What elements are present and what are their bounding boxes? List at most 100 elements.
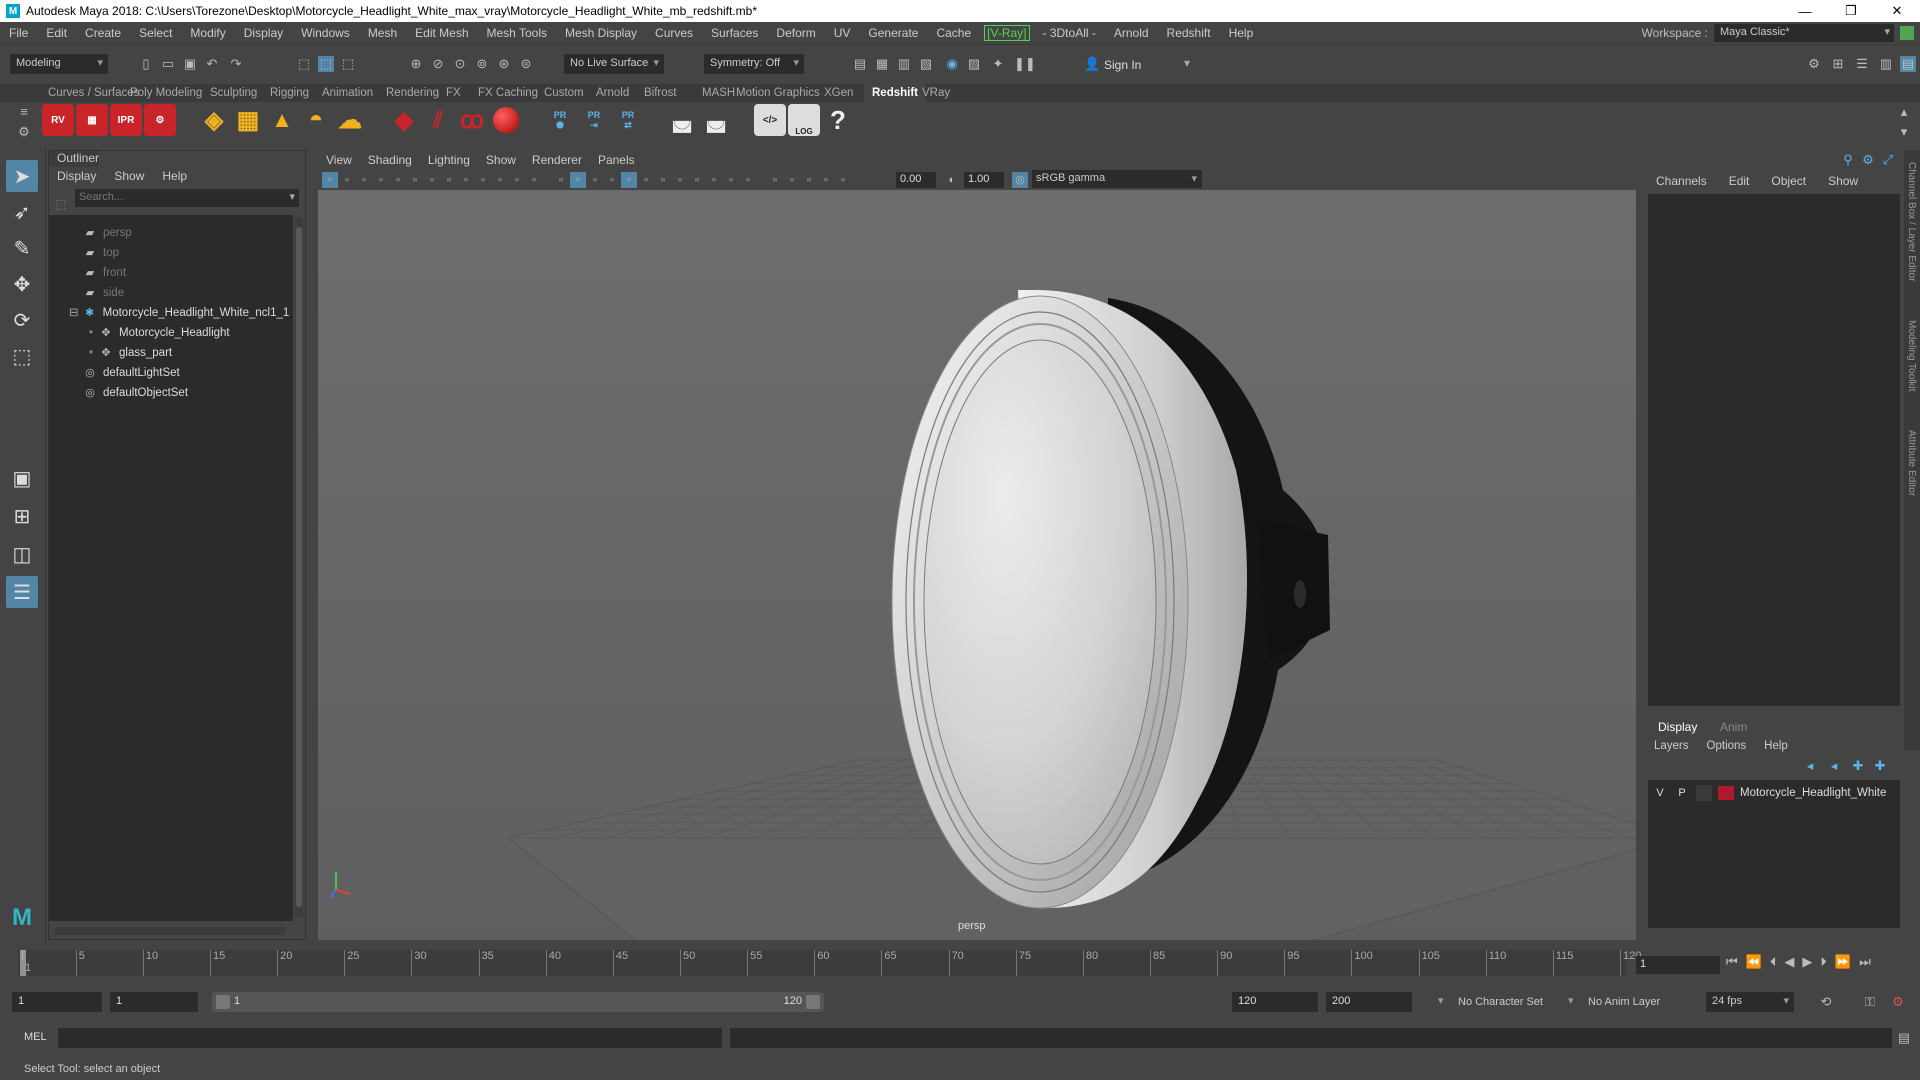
outliner-item-label[interactable]: defaultObjectSet <box>103 383 188 403</box>
xray-active-icon[interactable]: ▫ <box>784 172 800 188</box>
smooth-shade-icon[interactable]: ▫ <box>570 172 586 188</box>
wireframe-on-shaded-icon[interactable]: ▫ <box>604 172 620 188</box>
channel-box-attr-icon[interactable]: ⚲ <box>1840 152 1856 168</box>
script-editor-button-icon[interactable]: ▤ <box>1896 1030 1912 1046</box>
menu-surfaces[interactable]: Surfaces <box>702 26 767 40</box>
wireframe-icon[interactable]: ▫ <box>553 172 569 188</box>
isolate-select-icon[interactable]: ▫ <box>767 172 783 188</box>
go-to-end-icon[interactable]: ⏭ <box>1859 954 1871 970</box>
render-frame-icon[interactable]: ▤ <box>852 56 868 72</box>
channel-box-area[interactable] <box>1648 194 1900 706</box>
outliner-menu-show[interactable]: Show <box>114 169 144 183</box>
anti-aliasing-icon[interactable]: ▫ <box>723 172 739 188</box>
shelf-scroll-up-icon[interactable]: ▴ <box>1896 104 1912 120</box>
channel-box-settings-icon[interactable]: ⚙ <box>1860 152 1876 168</box>
bookmark-icon[interactable]: ▫ <box>356 172 372 188</box>
help-icon[interactable]: ? <box>822 104 854 136</box>
select-component-icon[interactable]: ⬚ <box>340 56 356 72</box>
bowl-tool-icon-2[interactable]: ◛ <box>700 104 732 136</box>
shelf-tab-custom[interactable]: Custom <box>536 84 592 102</box>
channel-box-menu-channels[interactable]: Channels <box>1656 174 1707 188</box>
new-layer-icon[interactable]: ✚ <box>1850 758 1866 774</box>
tool-settings-icon[interactable]: ☰ <box>1854 56 1870 72</box>
character-set-dropdown[interactable]: No Character Set <box>1458 996 1543 1008</box>
menu-display[interactable]: Display <box>235 26 292 40</box>
command-language-label[interactable]: MEL <box>24 1031 47 1043</box>
open-scene-icon[interactable]: ▭ <box>160 56 176 72</box>
script-editor-icon[interactable]: </> <box>754 104 786 136</box>
menu-uv[interactable]: UV <box>825 26 860 40</box>
close-button[interactable]: ✕ <box>1874 0 1920 22</box>
time-ruler[interactable]: 1 5 10 15 20 25 30 35 40 45 50 55 60 65 70 75 80 85 90 95 10… <box>18 950 1641 976</box>
playhead[interactable] <box>20 950 26 976</box>
outliner-item-label[interactable]: Motorcycle_Headlight_White_ncl1_1 <box>103 303 290 323</box>
outliner-item[interactable]: ◎ defaultLightSet <box>83 363 180 383</box>
pr-icon-1[interactable]: PR ⬢ <box>544 104 576 136</box>
rs-curve-icon[interactable]: ꝏ <box>456 104 488 136</box>
menu-mesh-tools[interactable]: Mesh Tools <box>478 26 556 40</box>
layer-menu-layers[interactable]: Layers <box>1654 740 1689 752</box>
outliner-item[interactable]: • ✥ Motorcycle_Headlight <box>89 323 230 343</box>
redo-icon[interactable]: ↷ <box>228 56 244 72</box>
depth-of-field-icon[interactable]: ▫ <box>740 172 756 188</box>
rs-proxy-icon[interactable]: ◆ <box>388 104 420 136</box>
image-plane-icon[interactable]: ▫ <box>373 172 389 188</box>
menu-redshift[interactable]: Redshift <box>1158 26 1220 40</box>
menu-generate[interactable]: Generate <box>859 26 927 40</box>
outliner-search-input[interactable]: Search... <box>79 191 123 203</box>
shelf-tab-xgen[interactable]: XGen <box>816 84 861 102</box>
snap-vertex-icon[interactable]: ⊜ <box>518 56 534 72</box>
camera-select-icon[interactable]: ▫ <box>322 172 338 188</box>
paint-select-tool-icon[interactable]: ✎ <box>6 232 38 264</box>
menu-create[interactable]: Create <box>76 26 130 40</box>
step-back-frame-icon[interactable]: ⏴ <box>1770 954 1777 970</box>
move-layer-up-icon[interactable]: ◂ <box>1802 758 1818 774</box>
playback-start-field[interactable]: 1 <box>110 992 198 1012</box>
rs-settings-icon[interactable]: ⚙ <box>144 104 176 136</box>
fps-dropdown[interactable]: 24 fps <box>1706 992 1794 1012</box>
shelf-tab-sculpting[interactable]: Sculpting <box>202 84 265 102</box>
character-set-chevron-icon[interactable]: ▾ <box>1438 994 1444 1007</box>
motion-blur-icon[interactable]: ▫ <box>706 172 722 188</box>
render-settings-icon[interactable]: ▧ <box>918 56 934 72</box>
viewport-menu-lighting[interactable]: Lighting <box>420 150 478 170</box>
menu-help[interactable]: Help <box>1220 26 1263 40</box>
layer-menu-help[interactable]: Help <box>1764 740 1788 752</box>
two-d-pan-icon[interactable]: ▫ <box>390 172 406 188</box>
shelf-menu-icon[interactable]: ≡ <box>16 104 32 120</box>
shelf-settings-icon[interactable]: ⚙ <box>16 124 32 140</box>
snap-grid-icon[interactable]: ⊕ <box>408 56 424 72</box>
rotate-tool-icon[interactable]: ⟳ <box>6 304 38 336</box>
sign-in-chevron-icon[interactable]: ▾ <box>1184 56 1190 70</box>
outliner-item-label[interactable]: top <box>103 243 119 263</box>
rs-spot-light-icon[interactable]: ▲ <box>266 104 298 136</box>
outliner-horizontal-scrollbar[interactable] <box>55 927 285 935</box>
rs-render-icon[interactable]: ✦ <box>990 56 1006 72</box>
viewport-menu-view[interactable]: View <box>318 150 360 170</box>
color-space-dropdown[interactable]: sRGB gamma <box>1032 170 1202 188</box>
camera-ortho-icon[interactable]: ▫ <box>801 172 817 188</box>
side-tab-channel-box[interactable]: Channel Box / Layer Editor <box>1906 162 1917 282</box>
default-material-icon[interactable]: ▫ <box>587 172 603 188</box>
gamma-field[interactable]: 1.00 <box>964 172 1004 188</box>
outliner-item[interactable]: ▰ persp <box>83 223 132 243</box>
layer-color-swatch[interactable] <box>1718 786 1734 800</box>
menu-cache[interactable]: Cache <box>927 26 980 40</box>
outliner-layout-icon[interactable]: ☰ <box>6 576 38 608</box>
play-forwards-icon[interactable]: ▶ <box>1802 954 1812 970</box>
playback-range-bar[interactable]: 1 120 <box>212 992 824 1012</box>
outliner-item[interactable]: ▰ side <box>83 283 124 303</box>
restore-button[interactable]: ❐ <box>1828 0 1874 22</box>
menu-deform[interactable]: Deform <box>767 26 824 40</box>
safe-action-icon[interactable]: ▫ <box>509 172 525 188</box>
outliner-item[interactable]: ▰ front <box>83 263 126 283</box>
menu-file[interactable]: File <box>0 26 37 40</box>
go-to-start-icon[interactable]: ⏮ <box>1726 954 1738 970</box>
rs-sun-light-icon[interactable]: ☁ <box>334 104 366 136</box>
save-scene-icon[interactable]: ▣ <box>182 56 198 72</box>
gate-mask-icon[interactable]: ▫ <box>475 172 491 188</box>
sync-icon[interactable]: ▫ <box>818 172 834 188</box>
sign-in-button[interactable]: Sign In <box>1104 58 1141 72</box>
two-pane-layout-icon[interactable]: ◫ <box>6 538 38 570</box>
shelf-tab-arnold[interactable]: Arnold <box>588 84 637 102</box>
